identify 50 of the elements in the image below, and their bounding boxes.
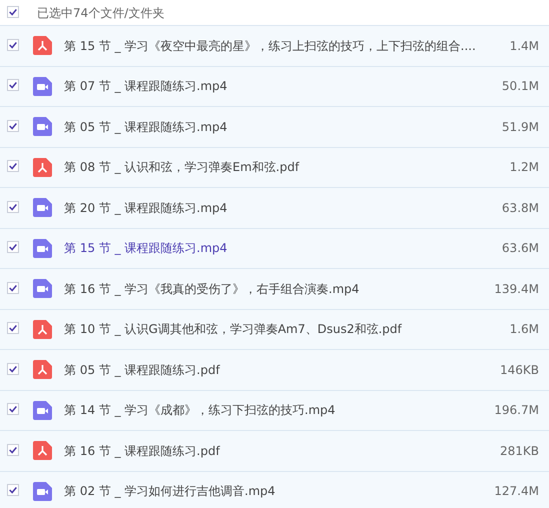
file-name[interactable]: 第 10 节 _ 认识G调其他和弦，学习弹奏Am7、Dsus2和弦.pdf (64, 320, 402, 338)
pdf-file-icon (33, 158, 52, 177)
pdf-file-icon (33, 36, 52, 56)
file-name[interactable]: 第 14 节 _ 学习《成都》，练习下扫弦的技巧.mp4 (64, 401, 336, 420)
checkbox[interactable] (7, 6, 21, 20)
video-file-icon (33, 117, 52, 136)
file-size: 63.6M (502, 240, 539, 258)
checkbox[interactable] (7, 444, 21, 458)
file-size: 139.4M (494, 280, 539, 298)
file-name[interactable]: 第 15 节 _ 课程跟随练习.mp4 (64, 239, 228, 258)
file-name[interactable]: 第 20 节 _ 课程跟随练习.mp4 (64, 198, 228, 217)
file-size: 146KB (500, 362, 539, 379)
video-file-icon (33, 238, 52, 258)
checkbox[interactable] (7, 79, 21, 94)
video-file-icon (33, 279, 52, 298)
file-name[interactable]: 第 07 节 _ 课程跟随练习.mp4 (64, 77, 228, 96)
file-size: 63.8M (502, 200, 539, 217)
pdf-file-icon (33, 360, 52, 380)
file-name[interactable]: 第 08 节 _ 认识和弦，学习弹奏Em和弦.pdf (64, 158, 300, 176)
file-name[interactable]: 第 02 节 _ 学习如何进行吉他调音.mp4 (64, 482, 276, 500)
checkbox[interactable] (7, 282, 21, 296)
file-size: 1.4M (510, 38, 539, 55)
checkbox[interactable] (7, 403, 21, 418)
file-size: 1.6M (510, 321, 539, 338)
file-size: 1.2M (510, 159, 539, 176)
pdf-file-icon (33, 320, 52, 339)
checkbox[interactable] (7, 484, 21, 498)
checkbox[interactable] (7, 160, 21, 174)
file-name[interactable]: 第 05 节 _ 课程跟随练习.mp4 (64, 118, 228, 136)
file-size: 196.7M (494, 402, 539, 420)
checkbox[interactable] (7, 241, 21, 256)
checkbox[interactable] (7, 362, 21, 377)
video-file-icon (33, 198, 52, 218)
checkbox[interactable] (7, 120, 21, 134)
file-size: 50.1M (502, 78, 539, 96)
selection-count: 已选中74个文件/文件夹 (37, 4, 164, 22)
file-name[interactable]: 第 05 节 _ 课程跟随练习.pdf (64, 360, 220, 379)
video-file-icon (33, 400, 52, 420)
file-size: 281KB (500, 442, 539, 460)
checkbox[interactable] (7, 38, 21, 53)
checkbox[interactable] (7, 200, 21, 215)
video-file-icon (33, 76, 52, 96)
checkbox[interactable] (7, 322, 21, 336)
file-size: 127.4M (494, 483, 539, 500)
file-name[interactable]: 第 16 节 _ 学习《我真的受伤了》，右手组合演奏.mp4 (64, 280, 360, 298)
file-name[interactable]: 第 16 节 _ 课程跟随练习.pdf (64, 442, 220, 460)
file-name[interactable]: 第 15 节 _ 学习《夜空中最亮的星》，练习上扫弦的技巧，上下扫弦的组合.... (64, 36, 476, 55)
video-file-icon (33, 482, 52, 501)
file-size: 51.9M (502, 118, 539, 136)
pdf-file-icon (33, 441, 52, 460)
